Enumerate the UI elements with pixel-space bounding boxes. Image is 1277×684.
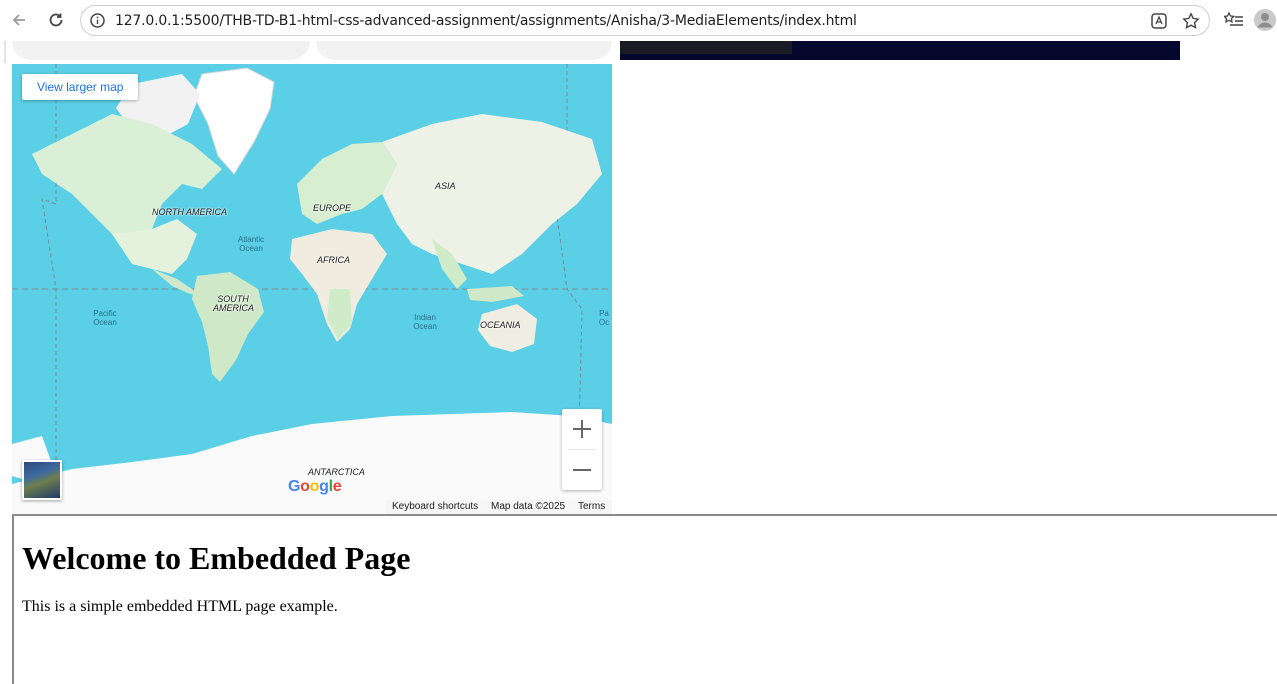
map-canvas [12,64,612,514]
star-icon[interactable] [1182,12,1200,30]
label-pacific-ocean-right: Pa Oc [598,309,610,327]
zoom-in-button[interactable] [562,409,602,449]
embedded-iframe: Welcome to Embedded Page This is a simpl… [12,514,1277,684]
google-map[interactable]: NORTH AMERICA EUROPE ASIA AFRICA SOUTH A… [12,64,612,514]
reading-list-icon[interactable] [1220,6,1248,34]
translate-icon[interactable] [1150,12,1168,30]
profile-icon[interactable] [1253,6,1277,34]
google-logo: Google [288,478,342,495]
reload-icon[interactable] [42,6,70,34]
zoom-controls [562,409,602,490]
embedded-text: This is a simple embedded HTML page exam… [22,598,338,615]
map-attribution: Keyboard shortcuts Map data ©2025 Terms [386,500,612,514]
label-pacific-ocean: Pacific Ocean [93,309,117,327]
view-larger-map-button[interactable]: View larger map [22,74,139,100]
zoom-out-button[interactable] [562,450,602,490]
label-oceania: OCEANIA [480,320,521,330]
terms-link[interactable]: Terms [578,501,605,512]
label-atlantic-ocean: Atlantic Ocean [237,235,265,253]
browser-toolbar: 127.0.0.1:5500/THB-TD-B1-html-css-advanc… [0,0,1277,41]
minus-icon [573,469,591,471]
back-arrow-icon[interactable] [5,6,33,34]
label-north-america: NORTH AMERICA [152,207,228,217]
video-player-partial[interactable] [620,41,1180,60]
label-europe: EUROPE [313,203,352,213]
site-info-icon[interactable] [89,12,106,29]
satellite-toggle[interactable] [22,460,62,500]
plus-icon [573,420,591,438]
label-indian-ocean: Indian Ocean [413,313,437,331]
map-data-text: Map data ©2025 [491,501,566,512]
audio-player-partial-2[interactable] [316,41,612,60]
audio-player-partial[interactable] [12,41,310,60]
frame-edge [4,41,6,63]
address-bar[interactable]: 127.0.0.1:5500/THB-TD-B1-html-css-advanc… [80,5,1210,36]
embedded-heading: Welcome to Embedded Page [22,540,411,576]
video-overlay [620,41,792,54]
label-antarctica: ANTARCTICA [308,467,365,477]
url-text: 127.0.0.1:5500/THB-TD-B1-html-css-advanc… [115,13,857,29]
label-south-america: SOUTH AMERICA [213,294,255,313]
keyboard-shortcuts-link[interactable]: Keyboard shortcuts [392,501,478,512]
label-africa: AFRICA [317,255,351,265]
label-asia: ASIA [435,181,456,191]
